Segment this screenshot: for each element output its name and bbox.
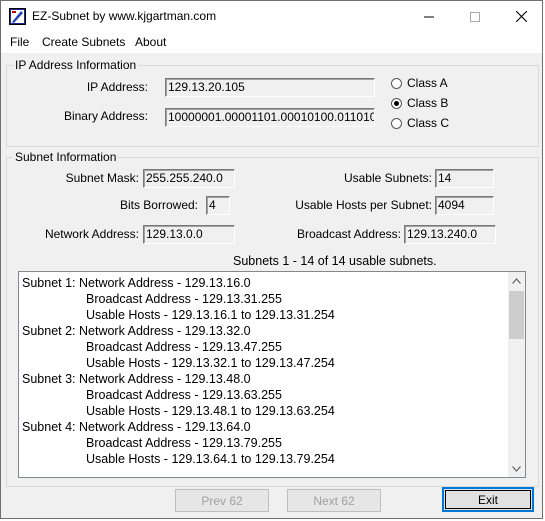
usable-hosts-field[interactable]: 4094 <box>435 196 494 215</box>
usable-hosts-label: Usable Hosts per Subnet: <box>295 198 432 212</box>
subnet-group-title: Subnet Information <box>13 150 119 164</box>
chevron-up-icon <box>512 277 521 284</box>
subnet-hosts-line: Usable Hosts - 129.13.32.1 to 129.13.47.… <box>86 356 335 370</box>
minimize-icon <box>424 16 434 17</box>
subnet-mask-field[interactable]: 255.255.240.0 <box>143 169 235 188</box>
menu-about[interactable]: About <box>135 35 166 49</box>
maximize-icon <box>470 11 480 22</box>
next-button[interactable]: Next 62 <box>287 489 381 512</box>
binary-address-field[interactable]: 10000001.00001101.00010100.01101001 <box>165 108 375 127</box>
class-c-label: Class C <box>407 116 450 130</box>
ip-group-title: IP Address Information <box>13 58 139 72</box>
class-a-radio[interactable]: Class A <box>391 75 448 91</box>
subnet-network-line: Subnet 4: Network Address - 129.13.64.0 <box>22 420 251 434</box>
prev-button[interactable]: Prev 62 <box>175 489 269 512</box>
ip-address-field[interactable]: 129.13.20.105 <box>165 78 375 97</box>
subnet-hosts-line: Usable Hosts - 129.13.48.1 to 129.13.63.… <box>86 404 335 418</box>
maximize-button[interactable] <box>452 1 498 32</box>
exit-label: Exit <box>477 492 498 507</box>
class-b-label: Class B <box>407 96 449 110</box>
exit-button[interactable]: Exit <box>442 487 534 512</box>
menu-create-subnets[interactable]: Create Subnets <box>42 35 125 49</box>
scroll-up-button[interactable] <box>508 272 525 289</box>
window-title: EZ-Subnet by www.kjgartman.com <box>32 9 217 23</box>
close-icon <box>515 11 527 22</box>
app-icon <box>9 8 26 25</box>
subnet-broadcast-line: Broadcast Address - 129.13.31.255 <box>86 292 282 306</box>
menu-bar: File Create Subnets About <box>1 32 542 53</box>
subnet-broadcast-line: Broadcast Address - 129.13.63.255 <box>86 388 282 402</box>
subnet-broadcast-line: Broadcast Address - 129.13.79.255 <box>86 436 282 450</box>
network-address-field[interactable]: 129.13.0.0 <box>143 225 235 244</box>
app-window: EZ-Subnet by www.kjgartman.com File Crea… <box>0 0 543 519</box>
subnet-hosts-line: Usable Hosts - 129.13.16.1 to 129.13.31.… <box>86 308 335 322</box>
network-address-label: Network Address: <box>44 227 139 241</box>
close-button[interactable] <box>498 1 544 32</box>
class-c-radio[interactable]: Class C <box>391 115 449 131</box>
vertical-scrollbar[interactable] <box>508 272 525 477</box>
radio-unchecked-icon <box>391 117 402 129</box>
scroll-down-button[interactable] <box>508 460 525 477</box>
subnet-network-line: Subnet 2: Network Address - 129.13.32.0 <box>22 324 251 338</box>
bits-borrowed-field[interactable]: 4 <box>206 196 230 215</box>
usable-subnets-label: Usable Subnets: <box>343 171 432 185</box>
subnet-network-line: Subnet 3: Network Address - 129.13.48.0 <box>22 372 251 386</box>
class-a-label: Class A <box>407 76 448 90</box>
ip-address-label: IP Address: <box>86 80 148 94</box>
radio-checked-icon <box>391 97 402 109</box>
subnet-broadcast-line: Broadcast Address - 129.13.47.255 <box>86 340 282 354</box>
bits-borrowed-label: Bits Borrowed: <box>119 198 198 212</box>
radio-unchecked-icon <box>391 77 402 89</box>
class-b-radio[interactable]: Class B <box>391 95 448 111</box>
broadcast-address-label: Broadcast Address: <box>296 227 401 241</box>
subnet-mask-label: Subnet Mask: <box>65 171 139 185</box>
title-bar[interactable]: EZ-Subnet by www.kjgartman.com <box>1 1 542 32</box>
subnet-hosts-line: Usable Hosts - 129.13.64.1 to 129.13.79.… <box>86 452 335 466</box>
binary-address-label: Binary Address: <box>63 109 148 123</box>
scroll-thumb[interactable] <box>509 291 524 339</box>
minimize-button[interactable] <box>406 1 452 32</box>
subnets-summary-header: Subnets 1 - 14 of 14 usable subnets. <box>233 254 437 268</box>
chevron-down-icon <box>512 465 521 472</box>
usable-subnets-field[interactable]: 14 <box>435 169 494 188</box>
menu-file[interactable]: File <box>10 35 29 49</box>
subnet-network-line: Subnet 1: Network Address - 129.13.16.0 <box>22 276 251 290</box>
subnet-list[interactable]: Subnet 1: Network Address - 129.13.16.0 B… <box>18 271 526 478</box>
broadcast-address-field[interactable]: 129.13.240.0 <box>404 225 496 244</box>
subnet-list-content: Subnet 1: Network Address - 129.13.16.0 B… <box>22 275 505 467</box>
